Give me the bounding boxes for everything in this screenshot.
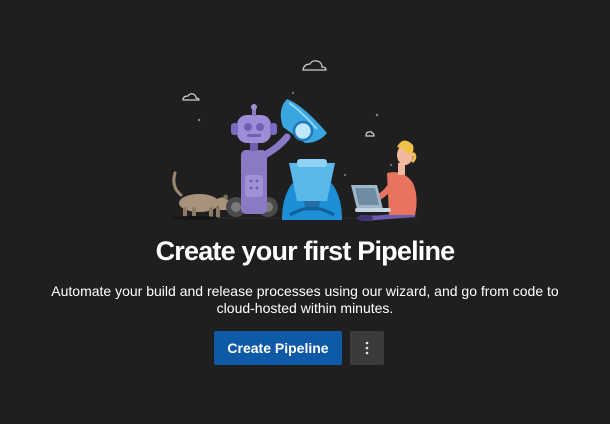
page-title: Create your first Pipeline xyxy=(155,236,456,266)
cloud-icon xyxy=(182,60,375,137)
pipeline-illustration xyxy=(165,55,430,225)
create-pipeline-button[interactable]: Create Pipeline xyxy=(214,331,342,365)
more-actions-button[interactable] xyxy=(350,331,384,365)
person-figure xyxy=(351,140,417,221)
dog-figure xyxy=(171,171,231,220)
robot-figure xyxy=(226,104,291,217)
rocket-body-figure xyxy=(282,159,342,220)
more-vertical-icon xyxy=(365,341,369,355)
pipelines-empty-state: Create your first Pipeline Automate your… xyxy=(0,0,610,424)
empty-state-description: Automate your build and release processe… xyxy=(51,283,559,316)
